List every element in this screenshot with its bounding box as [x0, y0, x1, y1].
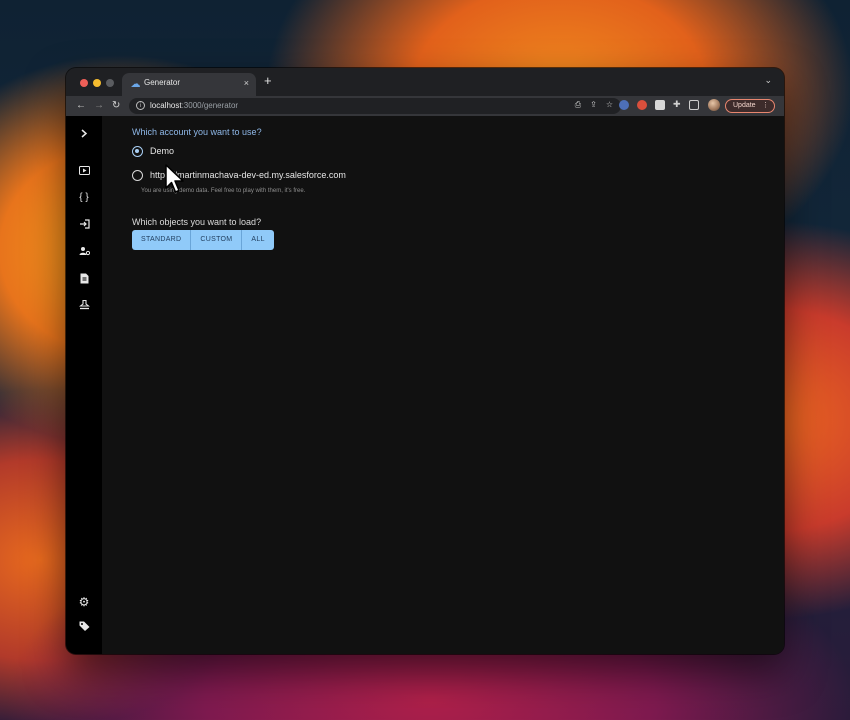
reload-icon[interactable]: ↻ — [112, 98, 120, 114]
mouse-pointer-icon — [165, 164, 184, 193]
objects-question: Which objects you want to load? — [132, 217, 262, 227]
login-icon[interactable] — [66, 219, 102, 233]
share-icon[interactable]: ⇪ — [590, 100, 597, 109]
browser-toolbar: ← → ↻ i localhost:3000/generator ⎙ ⇪ ☆ ✚ U… — [66, 96, 784, 116]
close-window-button[interactable] — [80, 79, 88, 87]
all-button[interactable]: ALL — [242, 230, 274, 250]
form-lower-section: You are using demo data. Feel free to pl… — [132, 116, 732, 316]
file-icon[interactable] — [66, 273, 102, 288]
chevron-down-icon[interactable]: ⌄ — [764, 75, 772, 86]
address-bar[interactable]: i localhost:3000/generator ⎙ ⇪ ☆ — [129, 98, 621, 114]
forward-arrow-icon[interactable]: → — [94, 98, 104, 114]
address-actions: ⎙ ⇪ ☆ — [566, 100, 613, 110]
standard-button[interactable]: STANDARD — [132, 230, 192, 250]
play-icon[interactable] — [66, 166, 102, 179]
minimize-window-button[interactable] — [93, 79, 101, 87]
chevron-right-icon[interactable] — [66, 129, 102, 142]
menu-dots-icon[interactable]: ⋮ — [762, 100, 769, 112]
gear-icon[interactable]: ⚙ — [66, 596, 102, 608]
cloud-icon: ☁ — [130, 79, 141, 90]
object-type-button-group: STANDARD CUSTOM ALL — [132, 230, 274, 250]
avatar[interactable] — [708, 99, 720, 111]
back-arrow-icon[interactable]: ← — [76, 98, 86, 114]
user-settings-icon[interactable] — [66, 246, 102, 260]
tab-generator[interactable]: ☁ Generator × — [122, 73, 256, 96]
extension-icon[interactable] — [655, 100, 665, 110]
new-tab-button[interactable]: + — [264, 74, 272, 88]
side-panel-icon[interactable] — [689, 100, 699, 110]
code-braces-icon[interactable]: { } — [66, 192, 102, 204]
stamp-icon[interactable] — [66, 299, 102, 314]
address-url[interactable]: localhost:3000/generator — [150, 101, 238, 110]
star-icon[interactable]: ☆ — [606, 100, 613, 109]
tag-icon[interactable] — [66, 621, 102, 635]
zoom-window-button[interactable] — [106, 79, 114, 87]
install-icon[interactable]: ⎙ — [575, 100, 581, 109]
close-icon[interactable]: × — [244, 78, 249, 89]
extension-icon[interactable] — [619, 100, 629, 110]
tab-title: Generator — [144, 78, 181, 87]
update-button[interactable]: Update ⋮ — [725, 99, 775, 113]
puzzle-icon[interactable]: ✚ — [673, 99, 683, 109]
custom-button[interactable]: CUSTOM — [191, 230, 243, 250]
tab-strip: ☁ Generator × + ⌄ — [66, 68, 784, 96]
info-icon[interactable]: i — [136, 101, 145, 110]
extension-icon[interactable] — [637, 100, 647, 110]
sidebar: { } ⚙ — [66, 116, 102, 654]
